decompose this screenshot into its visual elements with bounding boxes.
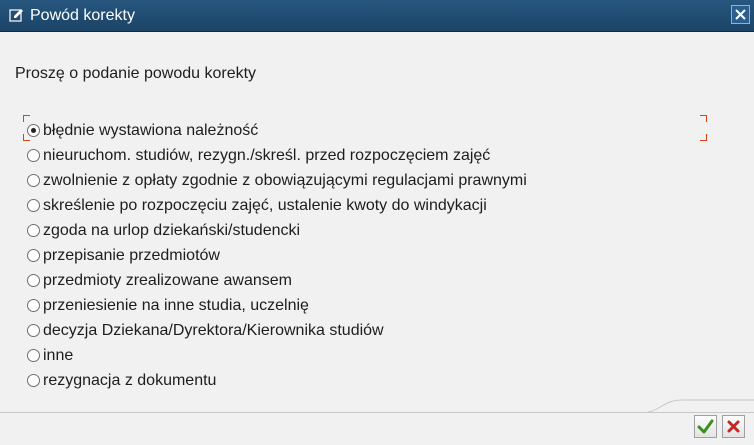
reason-option-label: przeniesienie na inne studia, uczelnię (43, 296, 309, 314)
close-button[interactable] (731, 5, 750, 24)
reason-option-label: zwolnienie z opłaty zgodnie z obowiązują… (43, 171, 527, 189)
radio-button[interactable] (27, 374, 40, 387)
reason-radio-group: błędnie wystawiona należność nieuruchom.… (27, 118, 527, 393)
cancel-button[interactable] (722, 415, 745, 438)
title-bar: Powód korekty (0, 0, 754, 32)
ok-button[interactable] (694, 415, 717, 438)
radio-button[interactable] (27, 124, 40, 137)
dialog-content: Proszę o podanie powodu korekty błędnie … (0, 32, 754, 412)
reason-option[interactable]: nieuruchom. studiów, rezygn./skreśl. prz… (27, 143, 527, 168)
reason-option-label: przepisanie przedmiotów (43, 246, 220, 264)
close-icon (735, 9, 746, 20)
reason-option[interactable]: rezygnacja z dokumentu (27, 368, 527, 393)
edit-window-icon (9, 7, 24, 23)
reason-option[interactable]: zwolnienie z opłaty zgodnie z obowiązują… (27, 168, 527, 193)
reason-option[interactable]: przedmioty zrealizowane awansem (27, 268, 527, 293)
reason-option[interactable]: decyzja Dziekana/Dyrektora/Kierownika st… (27, 318, 527, 343)
focus-indicator (700, 134, 707, 141)
prompt-text: Proszę o podanie powodu korekty (15, 65, 257, 82)
reason-option-label: nieuruchom. studiów, rezygn./skreśl. prz… (43, 146, 491, 164)
reason-option-label: przedmioty zrealizowane awansem (43, 271, 292, 289)
radio-button[interactable] (27, 299, 40, 312)
reason-option-label: decyzja Dziekana/Dyrektora/Kierownika st… (43, 321, 384, 339)
cancel-x-icon (727, 420, 740, 433)
radio-button[interactable] (27, 149, 40, 162)
radio-button[interactable] (27, 249, 40, 262)
window-title: Powód korekty (30, 7, 135, 24)
checkmark-icon (697, 419, 714, 434)
reason-option[interactable]: błędnie wystawiona należność (27, 118, 527, 143)
radio-button[interactable] (27, 324, 40, 337)
reason-option-label: błędnie wystawiona należność (43, 121, 259, 139)
radio-button[interactable] (27, 199, 40, 212)
reason-option-label: skreślenie po rozpoczęciu zajęć, ustalen… (43, 196, 487, 214)
reason-option[interactable]: skreślenie po rozpoczęciu zajęć, ustalen… (27, 193, 527, 218)
reason-option[interactable]: przepisanie przedmiotów (27, 243, 527, 268)
radio-button[interactable] (27, 274, 40, 287)
radio-button[interactable] (27, 224, 40, 237)
focus-indicator (700, 115, 707, 122)
radio-button[interactable] (27, 174, 40, 187)
radio-button[interactable] (27, 349, 40, 362)
reason-option-label: inne (43, 346, 74, 364)
reason-option[interactable]: zgoda na urlop dziekański/studencki (27, 218, 527, 243)
dialog-footer (0, 399, 754, 445)
reason-option[interactable]: inne (27, 343, 527, 368)
reason-option-label: zgoda na urlop dziekański/studencki (43, 221, 301, 239)
reason-option[interactable]: przeniesienie na inne studia, uczelnię (27, 293, 527, 318)
reason-option-label: rezygnacja z dokumentu (43, 371, 217, 389)
footer-divider (640, 399, 754, 413)
